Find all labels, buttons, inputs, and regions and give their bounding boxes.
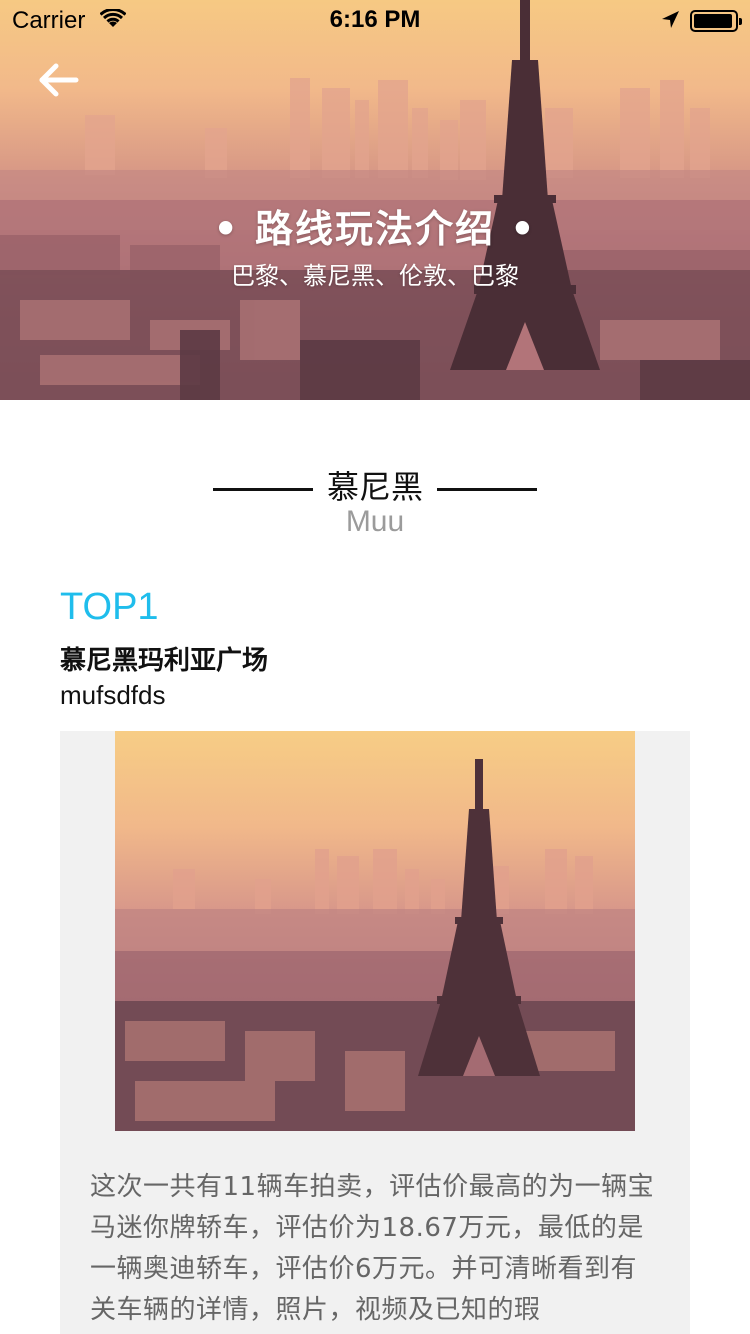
route-intro-page: Carrier 6:16 PM • 路线玩法介绍 • 巴黎、慕尼黑、伦敦、巴黎 <box>0 0 750 1334</box>
attraction-description: 这次一共有11辆车拍卖，评估价最高的为一辆宝马迷你牌轿车，评估价为18.67万元… <box>90 1172 655 1325</box>
back-button[interactable] <box>36 60 84 100</box>
section-subtitle: Muu <box>345 505 405 538</box>
divider-right <box>437 487 537 491</box>
status-bar: Carrier 6:16 PM <box>0 0 750 40</box>
attraction-card: 这次一共有11辆车拍卖，评估价最高的为一辆宝马迷你牌轿车，评估价为18.67万元… <box>60 731 690 1334</box>
arrow-left-icon <box>39 63 79 97</box>
location-arrow-icon <box>662 11 679 28</box>
divider-left <box>212 487 313 491</box>
attraction-name: 慕尼黑玛利亚广场 <box>60 646 269 676</box>
rank-label: TOP1 <box>60 586 159 628</box>
paris-skyline-photo <box>115 759 635 1131</box>
attraction-subtitle: mufsdfds <box>60 680 166 710</box>
page-title: • 路线玩法介绍 • <box>213 207 537 251</box>
battery-icon <box>690 10 742 32</box>
route-cities: 巴黎、慕尼黑、伦敦、巴黎 <box>231 262 519 290</box>
hero-banner: Carrier 6:16 PM • 路线玩法介绍 • 巴黎、慕尼黑、伦敦、巴黎 <box>0 0 750 400</box>
section-title-text: 慕尼黑 <box>326 468 423 506</box>
section-title: 慕尼黑 <box>0 462 750 508</box>
battery-level <box>694 14 732 28</box>
attraction-image[interactable] <box>115 731 635 1131</box>
status-time: 6:16 PM <box>329 6 421 33</box>
